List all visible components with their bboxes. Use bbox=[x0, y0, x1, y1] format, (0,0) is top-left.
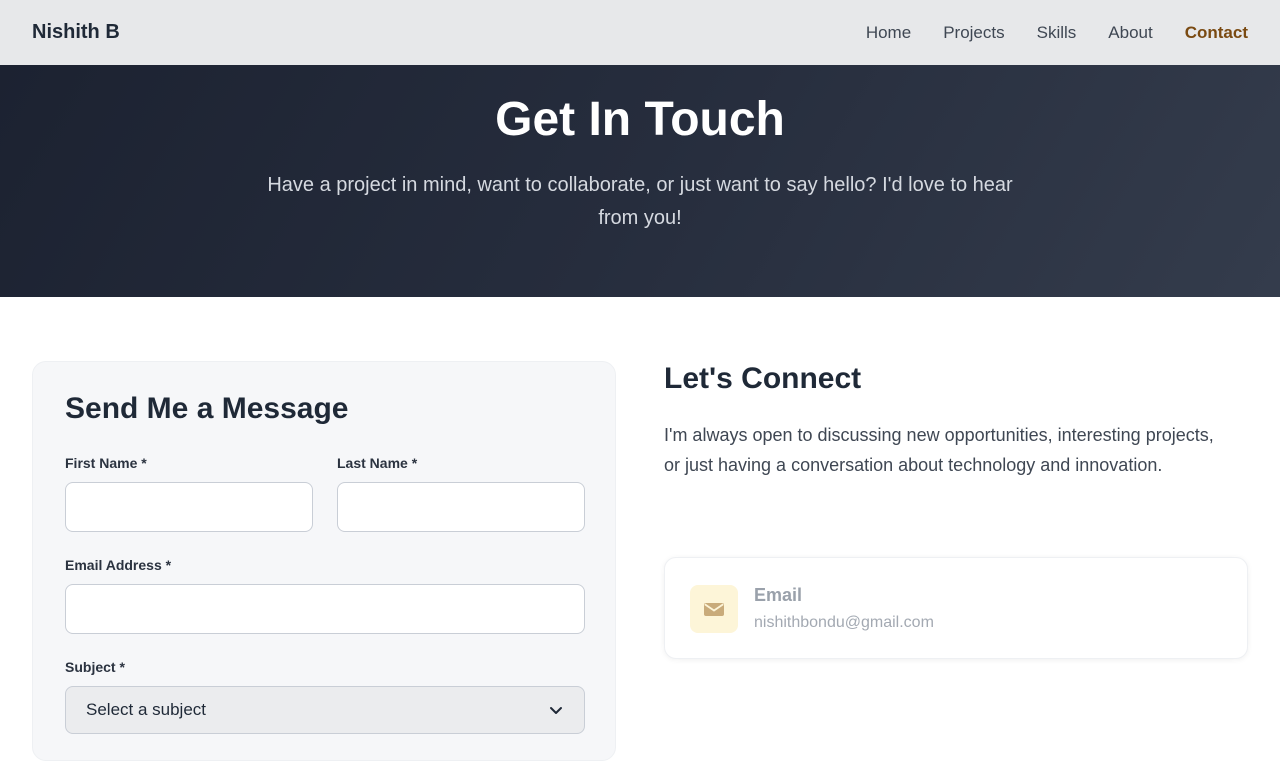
first-name-label: First Name * bbox=[65, 455, 147, 471]
contact-form-card: Send Me a Message First Name * Last Name… bbox=[32, 361, 616, 761]
chevron-down-icon bbox=[550, 707, 562, 714]
last-name-input[interactable] bbox=[337, 482, 585, 532]
email-icon-container bbox=[690, 585, 738, 633]
hero-section: Get In Touch Have a project in mind, wan… bbox=[0, 65, 1280, 297]
email-contact-card[interactable]: Email nishithbondu@gmail.com bbox=[664, 557, 1248, 659]
connect-title: Let's Connect bbox=[664, 362, 862, 395]
first-name-input[interactable] bbox=[65, 482, 313, 532]
email-address-input[interactable] bbox=[65, 584, 585, 634]
brand-logo-text[interactable]: Nishith B bbox=[32, 21, 120, 44]
hero-subtitle: Have a project in mind, want to collabor… bbox=[267, 174, 1013, 229]
connect-description: I'm always open to discussing new opport… bbox=[664, 425, 1214, 475]
nav-link-contact[interactable]: Contact bbox=[1185, 23, 1248, 43]
subject-select-value: Select a subject bbox=[86, 700, 207, 719]
subject-label: Subject * bbox=[65, 659, 125, 675]
hero-title: Get In Touch bbox=[495, 93, 785, 146]
top-navbar: Nishith B Home Projects Skills About Con… bbox=[0, 0, 1280, 65]
nav-link-about[interactable]: About bbox=[1108, 23, 1152, 43]
envelope-icon bbox=[704, 603, 724, 616]
subject-select[interactable]: Select a subject bbox=[65, 686, 585, 734]
nav-link-home[interactable]: Home bbox=[866, 23, 911, 43]
nav-links: Home Projects Skills About Contact bbox=[866, 23, 1248, 43]
email-address-label: Email Address * bbox=[65, 557, 172, 573]
nav-link-skills[interactable]: Skills bbox=[1037, 23, 1077, 43]
last-name-label: Last Name * bbox=[337, 455, 418, 471]
nav-link-projects[interactable]: Projects bbox=[943, 23, 1004, 43]
form-title: Send Me a Message bbox=[65, 392, 349, 425]
email-card-address[interactable]: nishithbondu@gmail.com bbox=[754, 614, 934, 632]
email-card-label: Email bbox=[754, 585, 803, 605]
